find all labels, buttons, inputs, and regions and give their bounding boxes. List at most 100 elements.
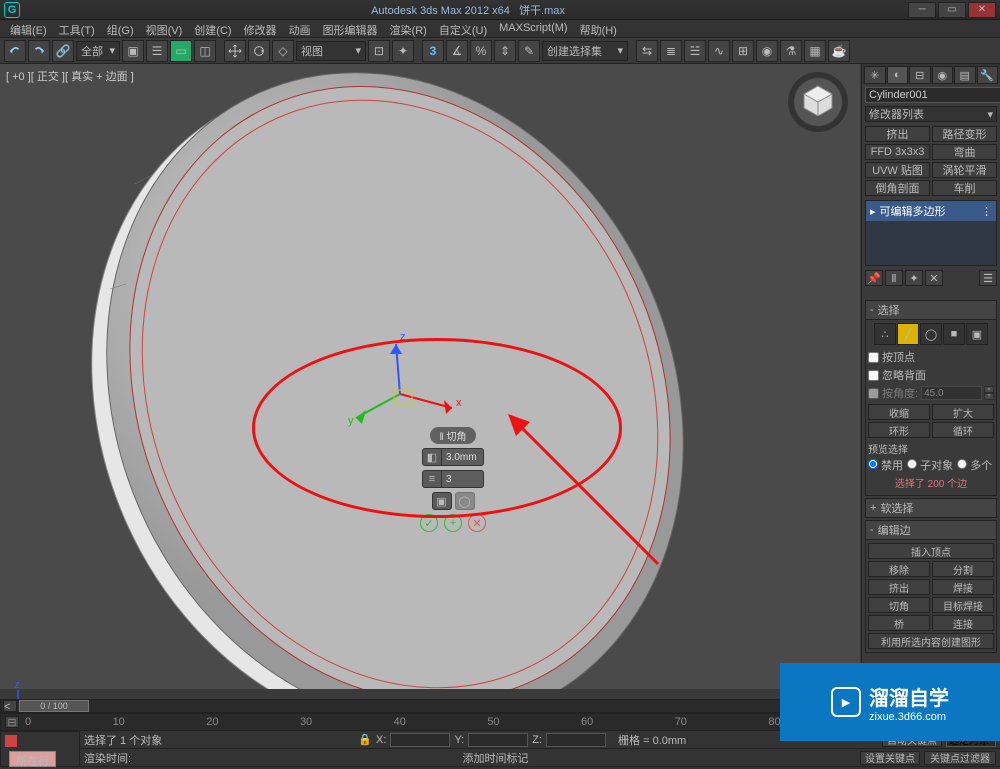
link-button[interactable]: 🔗 xyxy=(52,40,74,62)
rollout-editedges-header[interactable]: -编辑边 xyxy=(865,520,997,540)
target-weld-button[interactable]: 目标焊接 xyxy=(932,597,994,613)
pin-stack-button[interactable]: 📌 xyxy=(865,270,883,286)
menu-edit[interactable]: 编辑(E) xyxy=(4,20,53,37)
named-selection-dropdown[interactable]: 创建选择集▾ xyxy=(542,41,628,61)
remove-mod-button[interactable]: ✕ xyxy=(925,270,943,286)
angle-spinner-down[interactable]: ▾ xyxy=(984,393,994,400)
chamfer-segments-field[interactable]: 3 xyxy=(442,470,484,488)
by-angle-checkbox[interactable] xyxy=(868,388,879,399)
menu-maxscript[interactable]: MAXScript(M) xyxy=(493,20,573,37)
rect-select-button[interactable]: ▭ xyxy=(170,40,192,62)
bridge-button[interactable]: 桥 xyxy=(868,615,930,631)
maximize-button[interactable]: ▭ xyxy=(938,2,966,18)
select-object-button[interactable]: ▣ xyxy=(122,40,144,62)
object-name-field[interactable] xyxy=(865,87,1000,103)
viewport[interactable]: [ +0 ][ 正交 ][ 真实 + 边面 ] x y z xyxy=(0,64,860,689)
redo-button[interactable] xyxy=(28,40,50,62)
angle-snap-button[interactable]: ∡ xyxy=(446,40,468,62)
make-unique-button[interactable]: ✦ xyxy=(905,270,923,286)
minimize-button[interactable]: ─ xyxy=(908,2,936,18)
menu-modifiers[interactable]: 修改器 xyxy=(238,20,283,37)
caddy-apply-button[interactable]: + xyxy=(444,514,462,532)
caddy-cancel-button[interactable]: ✕ xyxy=(468,514,486,532)
align-button[interactable]: ≣ xyxy=(660,40,682,62)
caddy-ok-button[interactable]: ✓ xyxy=(420,514,438,532)
motion-tab[interactable]: ◉ xyxy=(932,66,954,84)
menu-tools[interactable]: 工具(T) xyxy=(53,20,101,37)
connect-button[interactable]: 连接 xyxy=(932,615,994,631)
y-coord-field[interactable] xyxy=(468,733,528,747)
menu-customize[interactable]: 自定义(U) xyxy=(433,20,493,37)
configure-sets-button[interactable]: ☰ xyxy=(979,270,997,286)
menu-create[interactable]: 创建(C) xyxy=(188,20,237,37)
viewcube[interactable] xyxy=(788,72,848,132)
goto-line-button[interactable]: 所在行 xyxy=(9,751,56,767)
trackbar-toggle[interactable]: ⊟ xyxy=(5,716,19,728)
stack-item-editpoly[interactable]: ▸ 可编辑多边形⋮ xyxy=(866,201,996,221)
select-by-name-button[interactable]: ☰ xyxy=(146,40,168,62)
extrude-edge-button[interactable]: 挤出 xyxy=(868,579,930,595)
use-pivot-button[interactable]: ⊡ xyxy=(368,40,390,62)
menu-group[interactable]: 组(G) xyxy=(101,20,140,37)
window-crossing-button[interactable]: ◫ xyxy=(194,40,216,62)
remove-button[interactable]: 移除 xyxy=(868,561,930,577)
rotate-button[interactable] xyxy=(248,40,270,62)
preview-off-radio[interactable] xyxy=(868,459,878,469)
weld-button[interactable]: 焊接 xyxy=(932,579,994,595)
ref-coord-dropdown[interactable]: 视图▾ xyxy=(296,41,366,61)
menu-help[interactable]: 帮助(H) xyxy=(574,20,623,37)
menu-graph-editors[interactable]: 图形编辑器 xyxy=(317,20,384,37)
menu-views[interactable]: 视图(V) xyxy=(140,20,189,37)
loop-button[interactable]: 循环 xyxy=(932,422,994,438)
move-button[interactable] xyxy=(224,40,246,62)
modset-uvw[interactable]: UVW 贴图 xyxy=(865,162,930,178)
script-rec-icon[interactable] xyxy=(5,735,17,747)
ring-button[interactable]: 环形 xyxy=(868,422,930,438)
time-slider-left-button[interactable]: < xyxy=(3,700,17,712)
angle-value-field[interactable] xyxy=(921,386,982,400)
modset-extrude[interactable]: 挤出 xyxy=(865,126,930,142)
layers-button[interactable]: ☱ xyxy=(684,40,706,62)
chamfer-amount-field[interactable]: 3.0mm xyxy=(442,448,484,466)
angle-spinner-up[interactable]: ▴ xyxy=(984,386,994,393)
modify-tab[interactable]: ◐ xyxy=(887,66,909,84)
ignore-backfacing-checkbox[interactable] xyxy=(868,370,879,381)
rollout-softsel-header[interactable]: +软选择 xyxy=(865,498,997,518)
modset-pathdeform[interactable]: 路径变形 xyxy=(932,126,997,142)
x-coord-field[interactable] xyxy=(390,733,450,747)
time-slider-thumb[interactable]: 0 / 100 xyxy=(19,700,89,712)
create-shape-button[interactable]: 利用所选内容创建图形 xyxy=(868,633,994,649)
rollout-selection-header[interactable]: -选择 xyxy=(865,300,997,320)
set-key-button[interactable]: 设置关键点 xyxy=(860,751,920,765)
render-button[interactable]: ☕ xyxy=(828,40,850,62)
percent-snap-button[interactable]: % xyxy=(470,40,492,62)
selection-filter-dropdown[interactable]: 全部▾ xyxy=(76,41,120,61)
spinner-snap-button[interactable]: ⇕ xyxy=(494,40,516,62)
shrink-button[interactable]: 收缩 xyxy=(868,404,930,420)
subobj-element[interactable]: ▣ xyxy=(966,323,988,345)
menu-animation[interactable]: 动画 xyxy=(283,20,317,37)
schematic-view-button[interactable]: ⊞ xyxy=(732,40,754,62)
chamfer-smooth-toggle[interactable]: ◯ xyxy=(455,492,475,510)
render-setup-button[interactable]: ⚗ xyxy=(780,40,802,62)
z-coord-field[interactable] xyxy=(546,733,606,747)
scale-button[interactable]: ◇ xyxy=(272,40,294,62)
by-vertex-checkbox[interactable] xyxy=(868,352,879,363)
grow-button[interactable]: 扩大 xyxy=(932,404,994,420)
preview-subobj-radio[interactable] xyxy=(907,459,917,469)
material-editor-button[interactable]: ◉ xyxy=(756,40,778,62)
curve-editor-button[interactable]: ∿ xyxy=(708,40,730,62)
subobj-vertex[interactable]: ∴ xyxy=(874,323,896,345)
close-button[interactable]: ✕ xyxy=(968,2,996,18)
add-time-tag-button[interactable]: 添加时间标记 xyxy=(463,750,529,766)
menu-rendering[interactable]: 渲染(R) xyxy=(384,20,433,37)
rendered-frame-button[interactable]: ▦ xyxy=(804,40,826,62)
snap-toggle-button[interactable]: 3 xyxy=(422,40,444,62)
edit-named-sel-button[interactable]: ✎ xyxy=(518,40,540,62)
display-tab[interactable]: ▤ xyxy=(954,66,976,84)
show-end-result-button[interactable]: Ⅱ xyxy=(885,270,903,286)
subobj-polygon[interactable]: ■ xyxy=(943,323,965,345)
utilities-tab[interactable]: 🔧 xyxy=(977,66,999,84)
key-filters-button[interactable]: 关键点过滤器 xyxy=(924,751,996,765)
subobj-edge[interactable]: ╱ xyxy=(897,323,919,345)
